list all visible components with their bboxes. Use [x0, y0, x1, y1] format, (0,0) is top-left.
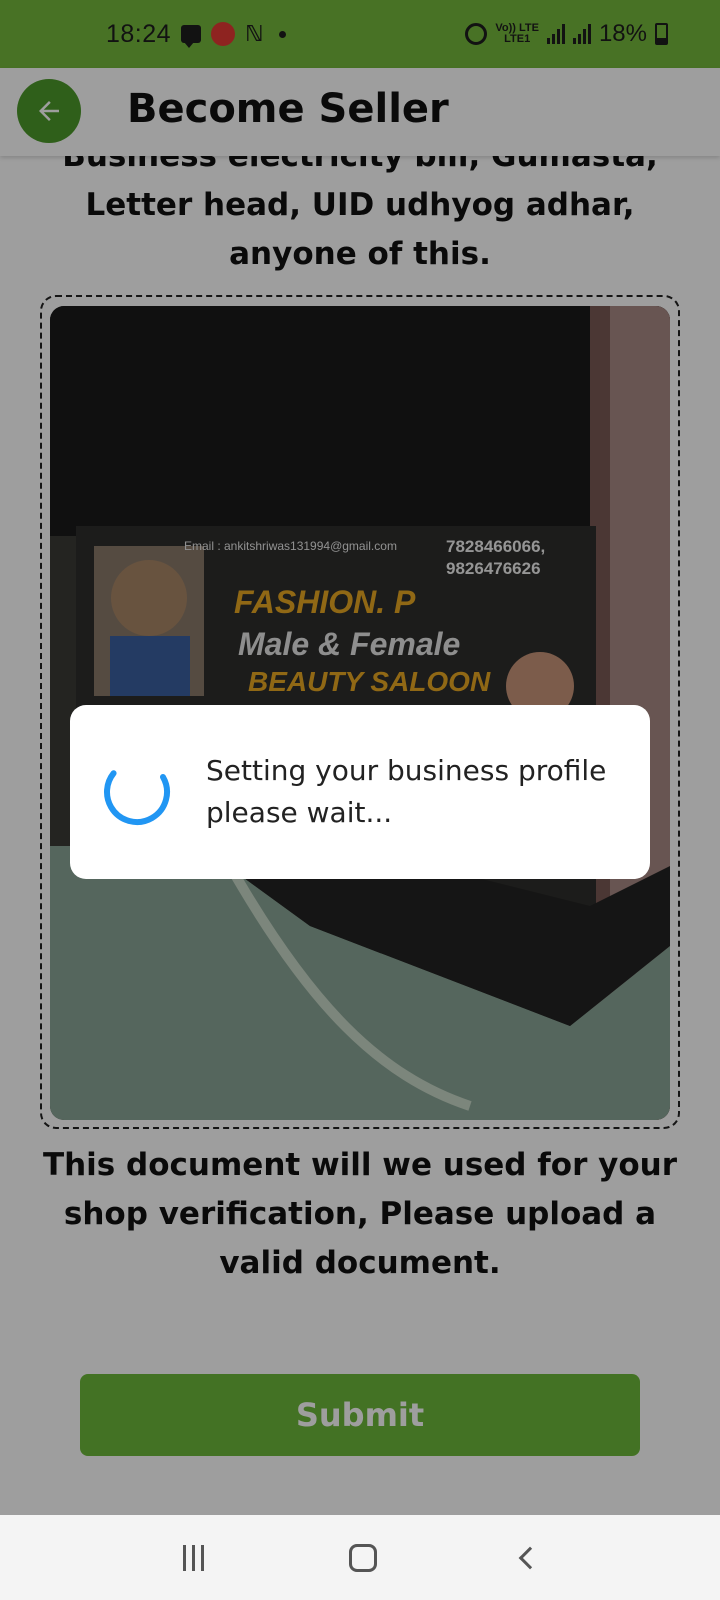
- nav-back-button[interactable]: [518, 1546, 541, 1569]
- recent-apps-button[interactable]: [182, 1544, 204, 1571]
- loading-message: Setting your business profile please wai…: [206, 750, 606, 834]
- loading-message-line-2: please wait...: [206, 796, 393, 829]
- loading-message-line-1: Setting your business profile: [206, 754, 607, 787]
- loading-dialog: Setting your business profile please wai…: [70, 705, 650, 879]
- loading-spinner-icon: [104, 759, 170, 825]
- system-navigation-bar: [0, 1515, 720, 1600]
- home-button[interactable]: [348, 1543, 377, 1572]
